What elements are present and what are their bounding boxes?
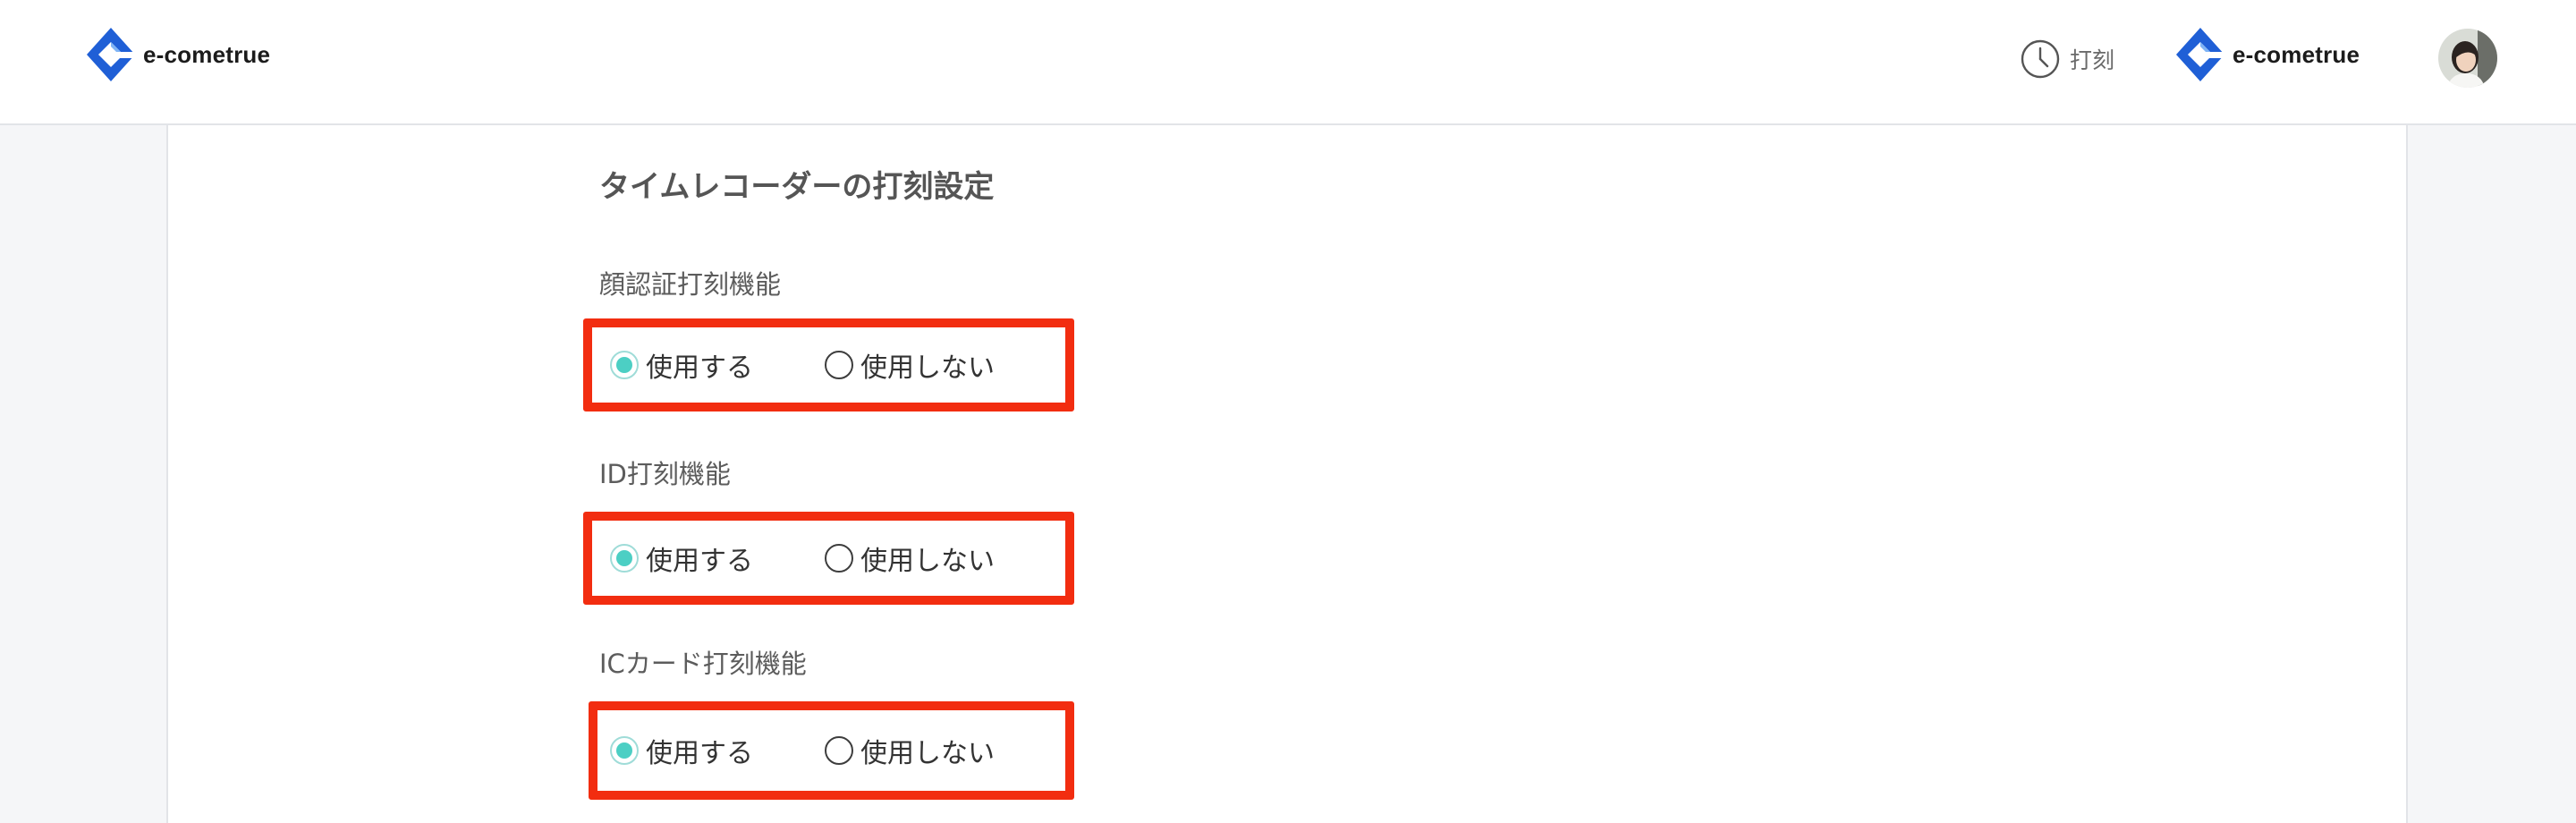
option-label: 使用する bbox=[646, 546, 753, 577]
top-header: e-cometrue 打刻 e-cometrue bbox=[0, 0, 2576, 125]
e-cometrue-logo-icon bbox=[2176, 28, 2227, 81]
user-avatar[interactable] bbox=[2438, 29, 2497, 88]
avatar-image bbox=[2438, 29, 2497, 88]
radio-button-selected[interactable] bbox=[610, 351, 639, 379]
punch-link[interactable]: 打刻 bbox=[2020, 38, 2114, 81]
settings-panel bbox=[166, 125, 2408, 823]
ic-card-punch-not-use-option[interactable]: 使用しない bbox=[825, 731, 995, 770]
option-label: 使用する bbox=[646, 738, 753, 769]
id-punch-radio-group: 使用する 使用しない bbox=[583, 512, 1074, 605]
ic-card-punch-use-option[interactable]: 使用する bbox=[610, 731, 753, 770]
ic-card-punch-label: ICカード打刻機能 bbox=[599, 649, 807, 679]
e-cometrue-logo-icon bbox=[87, 28, 138, 81]
logo-left[interactable]: e-cometrue bbox=[84, 25, 270, 84]
ic-card-punch-radio-group: 使用する 使用しない bbox=[589, 701, 1074, 800]
radio-button[interactable] bbox=[825, 351, 853, 379]
punch-link-label: 打刻 bbox=[2070, 47, 2115, 73]
id-punch-label: ID打刻機能 bbox=[599, 459, 731, 489]
radio-button-selected[interactable] bbox=[610, 544, 639, 573]
face-recognition-label: 顔認証打刻機能 bbox=[599, 269, 782, 300]
radio-button-selected[interactable] bbox=[610, 736, 639, 765]
radio-button[interactable] bbox=[825, 544, 853, 573]
logo-right-text: e-cometrue bbox=[2233, 40, 2360, 68]
clock-icon bbox=[2021, 39, 2060, 79]
face-recognition-not-use-option[interactable]: 使用しない bbox=[825, 345, 995, 385]
face-recognition-radio-group: 使用する 使用しない bbox=[583, 318, 1074, 412]
option-label: 使用しない bbox=[860, 738, 995, 769]
id-punch-not-use-option[interactable]: 使用しない bbox=[825, 539, 995, 578]
page-title: タイムレコーダーの打刻設定 bbox=[599, 169, 995, 205]
id-punch-use-option[interactable]: 使用する bbox=[610, 539, 753, 578]
logo-left-text: e-cometrue bbox=[143, 40, 271, 68]
radio-button[interactable] bbox=[825, 736, 853, 765]
logo-right[interactable]: e-cometrue bbox=[2174, 25, 2360, 84]
option-label: 使用しない bbox=[860, 352, 995, 384]
option-label: 使用しない bbox=[860, 546, 995, 577]
option-label: 使用する bbox=[646, 352, 753, 384]
face-recognition-use-option[interactable]: 使用する bbox=[610, 345, 753, 385]
